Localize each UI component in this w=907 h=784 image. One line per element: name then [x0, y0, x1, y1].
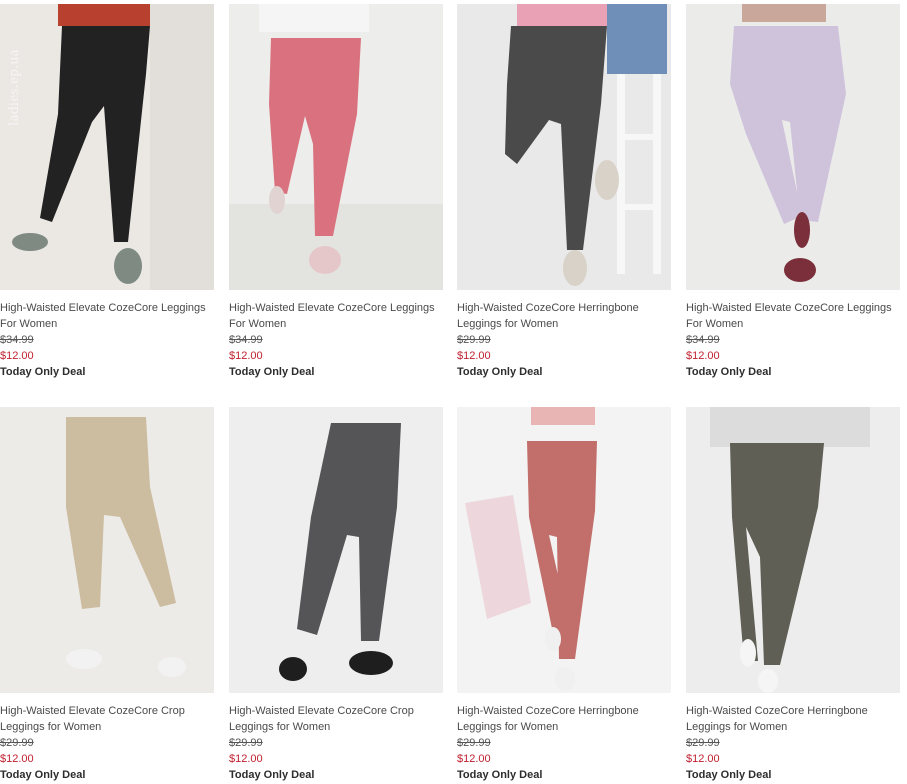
original-price: $34.99: [0, 334, 34, 346]
sale-price: $12.00: [457, 753, 491, 765]
product-image[interactable]: [229, 407, 443, 693]
legging-photo: [0, 407, 214, 693]
original-price: $29.99: [0, 737, 34, 749]
product-card[interactable]: High-Waisted Elevate CozeCore Leggings F…: [686, 4, 900, 380]
deal-badge: Today Only Deal: [457, 769, 543, 781]
sale-price: $12.00: [686, 350, 720, 362]
product-name[interactable]: High-Waisted Elevate CozeCore Leggings F…: [686, 300, 900, 332]
product-card[interactable]: High-Waisted CozeCore Herringbone Leggin…: [686, 407, 900, 783]
product-card[interactable]: High-Waisted CozeCore Herringbone Leggin…: [457, 4, 671, 380]
deal-badge: Today Only Deal: [0, 769, 86, 781]
product-name[interactable]: High-Waisted CozeCore Herringbone Leggin…: [686, 703, 900, 735]
original-price: $34.99: [229, 334, 263, 346]
legging-photo: [686, 4, 900, 290]
sale-price: $12.00: [0, 350, 34, 362]
product-image[interactable]: [229, 4, 443, 290]
legging-photo: [0, 4, 214, 290]
sale-price: $12.00: [0, 753, 34, 765]
product-name[interactable]: High-Waisted Elevate CozeCore Crop Leggi…: [0, 703, 214, 735]
sale-price: $12.00: [457, 350, 491, 362]
legging-photo: [686, 407, 900, 693]
deal-badge: Today Only Deal: [229, 366, 315, 378]
deal-badge: Today Only Deal: [0, 366, 86, 378]
product-card[interactable]: High-Waisted Elevate CozeCore Leggings F…: [0, 4, 214, 380]
original-price: $29.99: [686, 737, 720, 749]
product-card[interactable]: High-Waisted Elevate CozeCore Crop Leggi…: [229, 407, 443, 783]
original-price: $29.99: [457, 737, 491, 749]
original-price: $34.99: [686, 334, 720, 346]
product-name[interactable]: High-Waisted Elevate CozeCore Crop Leggi…: [229, 703, 443, 735]
legging-photo: [457, 4, 671, 290]
product-card[interactable]: High-Waisted Elevate CozeCore Leggings F…: [229, 4, 443, 380]
product-name[interactable]: High-Waisted CozeCore Herringbone Leggin…: [457, 703, 671, 735]
legging-photo: [229, 407, 443, 693]
legging-photo: [229, 4, 443, 290]
deal-badge: Today Only Deal: [457, 366, 543, 378]
sale-price: $12.00: [229, 753, 263, 765]
deal-badge: Today Only Deal: [686, 769, 772, 781]
deal-badge: Today Only Deal: [686, 366, 772, 378]
product-image[interactable]: [686, 407, 900, 693]
legging-photo: [457, 407, 671, 693]
product-name[interactable]: High-Waisted CozeCore Herringbone Leggin…: [457, 300, 671, 332]
product-image[interactable]: [457, 407, 671, 693]
sale-price: $12.00: [686, 753, 720, 765]
product-image[interactable]: [457, 4, 671, 290]
product-image[interactable]: [686, 4, 900, 290]
product-image[interactable]: [0, 407, 214, 693]
product-card[interactable]: High-Waisted CozeCore Herringbone Leggin…: [457, 407, 671, 783]
product-name[interactable]: High-Waisted Elevate CozeCore Leggings F…: [229, 300, 443, 332]
sale-price: $12.00: [229, 350, 263, 362]
deal-badge: Today Only Deal: [229, 769, 315, 781]
original-price: $29.99: [229, 737, 263, 749]
product-card[interactable]: High-Waisted Elevate CozeCore Crop Leggi…: [0, 407, 214, 783]
product-image[interactable]: [0, 4, 214, 290]
original-price: $29.99: [457, 334, 491, 346]
product-name[interactable]: High-Waisted Elevate CozeCore Leggings F…: [0, 300, 214, 332]
